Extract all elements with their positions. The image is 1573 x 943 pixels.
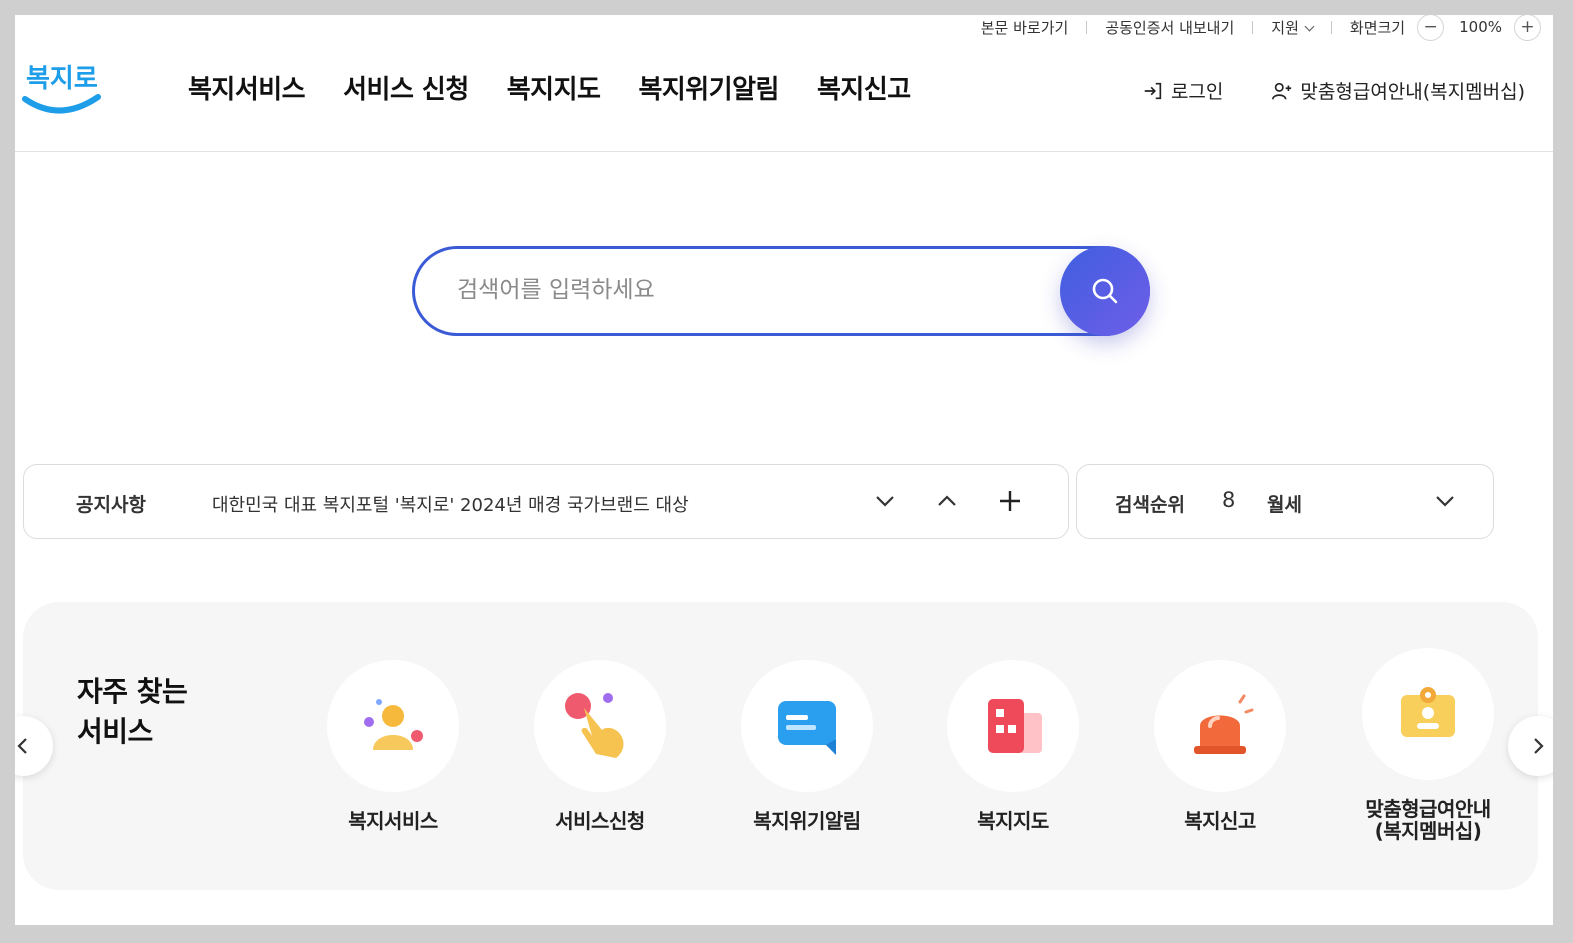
notice-bar: 공지사항 대한민국 대표 복지포털 '복지로' 2024년 매경 국가브랜드 대…: [23, 464, 1069, 539]
service-label: 복지위기알림: [753, 809, 861, 833]
nav-crisis-alert[interactable]: 복지위기알림: [638, 69, 779, 106]
nav-welfare-map[interactable]: 복지지도: [507, 69, 601, 106]
frequent-services: 자주 찾는 서비스 복지서비스 서비스신청 복지위기알림 복지지도 복지신고 맞…: [23, 602, 1538, 890]
service-item-welfare-map[interactable]: 복지지도: [933, 660, 1093, 832]
membership-label: 맞춤형급여안내(복지멤버십): [1300, 81, 1525, 103]
notice-more-button[interactable]: [992, 483, 1028, 519]
building-map-icon: [988, 699, 1042, 753]
search-input[interactable]: [457, 268, 1037, 312]
notice-text[interactable]: 대한민국 대표 복지포털 '복지로' 2024년 매경 국가브랜드 대상: [212, 491, 689, 517]
id-badge-icon: [1401, 687, 1455, 737]
service-label: 복지서비스: [348, 809, 438, 833]
header-actions: 로그인 맞춤형급여안내(복지멤버십): [1142, 77, 1525, 104]
search-area: [412, 246, 1150, 336]
service-icon-circle: [741, 660, 873, 792]
notice-next-button[interactable]: [867, 483, 903, 519]
chevron-up-icon: [938, 495, 956, 506]
message-icon: [778, 701, 836, 755]
header: 복지로 복지서비스 서비스 신청 복지지도 복지위기알림 복지신고 로그인 맞춤…: [15, 15, 1553, 152]
login-icon: [1144, 82, 1162, 99]
logo-text: 복지로: [26, 64, 98, 94]
nav-welfare-service[interactable]: 복지서비스: [188, 69, 306, 106]
siren-icon: [1194, 694, 1254, 754]
logo[interactable]: 복지로: [22, 53, 102, 117]
ranking-expand-button[interactable]: [1427, 483, 1463, 519]
service-icon-circle: [1154, 660, 1286, 792]
service-item-apply[interactable]: 서비스신청: [520, 660, 680, 832]
search-icon: [1092, 278, 1118, 304]
bokjiro-logo-icon: 복지로: [22, 64, 101, 114]
service-item-welfare[interactable]: 복지서비스: [313, 660, 473, 832]
hand-pointer-icon: [565, 693, 624, 758]
membership-button[interactable]: 맞춤형급여안내(복지멤버십): [1271, 77, 1525, 104]
plus-icon: [1000, 491, 1020, 511]
service-icon-circle: [327, 660, 459, 792]
chevron-right-icon: [1534, 738, 1544, 754]
services-title: 자주 찾는 서비스: [77, 675, 188, 748]
chevron-down-icon: [876, 496, 894, 507]
service-icon-circle: [947, 660, 1079, 792]
service-icon-circle: [1362, 648, 1494, 780]
search-button[interactable]: [1060, 246, 1150, 336]
nav-welfare-report[interactable]: 복지신고: [817, 69, 911, 106]
service-item-crisis-alert[interactable]: 복지위기알림: [727, 660, 887, 832]
service-label: 복지신고: [1184, 809, 1256, 833]
service-item-membership[interactable]: 맞춤형급여안내 (복지멤버십): [1348, 648, 1508, 842]
service-item-report[interactable]: 복지신고: [1140, 660, 1300, 832]
notice-prev-button[interactable]: [929, 483, 965, 519]
person-icon: [364, 699, 423, 750]
page: 본문 바로가기 공동인증서 내보내기 지원 화면크기 − 100% + 복지로 …: [15, 15, 1553, 925]
notice-title: 공지사항: [76, 494, 146, 516]
nav-service-apply[interactable]: 서비스 신청: [343, 69, 469, 106]
login-button[interactable]: 로그인: [1142, 77, 1223, 104]
user-add-icon: [1272, 82, 1292, 99]
ranking-keyword[interactable]: 월세: [1267, 490, 1302, 517]
ranking-number: 8: [1222, 488, 1236, 512]
service-label: 서비스신청: [555, 809, 645, 833]
service-icon-circle: [534, 660, 666, 792]
chevron-down-icon: [1436, 496, 1454, 507]
service-label: 복지지도: [977, 809, 1049, 833]
service-label: 맞춤형급여안내 (복지멤버십): [1365, 797, 1491, 843]
chevron-left-icon: [17, 738, 27, 754]
login-label: 로그인: [1170, 81, 1224, 103]
search-ranking: 검색순위 8 월세: [1076, 464, 1494, 539]
ranking-title: 검색순위: [1115, 494, 1185, 516]
main-nav: 복지서비스 서비스 신청 복지지도 복지위기알림 복지신고: [188, 69, 911, 106]
